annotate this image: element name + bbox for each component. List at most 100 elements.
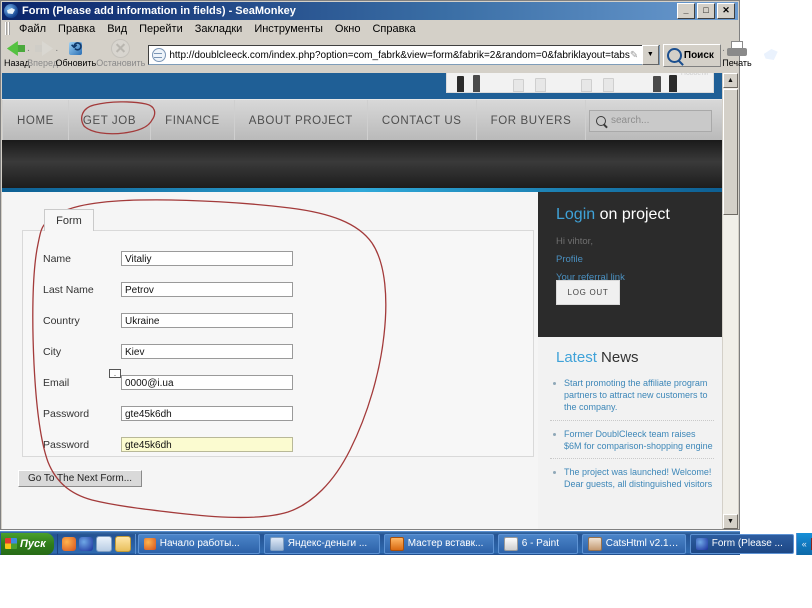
taskbar-item-active[interactable]: Form (Please ... — [689, 533, 794, 554]
login-title-accent: Login — [556, 206, 596, 223]
address-bar[interactable]: http://doublcleeck.com/index.php?option=… — [148, 45, 660, 65]
menu-item-go[interactable]: Перейти — [133, 22, 189, 36]
news-title-accent: Latest — [556, 349, 597, 366]
news-module: Latest News Start promoting the affiliat… — [538, 337, 722, 529]
content-sidebar: Login on project Hi vihtor, Profile Your… — [538, 192, 722, 529]
start-button-label: Пуск — [20, 537, 46, 550]
app-icon — [695, 537, 708, 550]
globe-icon — [152, 48, 167, 62]
form-row: Password gte45k6dh — [23, 398, 533, 429]
taskbar-item[interactable]: Начало работы... — [137, 533, 260, 554]
taskbar-item-label: Form (Please ... — [711, 538, 783, 549]
login-title-rest: on project — [595, 206, 670, 223]
firefox-icon[interactable] — [61, 536, 76, 551]
menu-grip-handle[interactable] — [5, 22, 10, 35]
news-list-item[interactable]: The project was launched! Welcome! Dear … — [550, 466, 714, 496]
tray-expand-chevron[interactable]: « — [802, 539, 807, 549]
field-input-password[interactable]: gte45k6dh — [121, 406, 293, 421]
form-row: Email 0000@i.ua — [23, 367, 533, 398]
page-scrollbar-vertical[interactable]: ▲ ▼ — [722, 73, 738, 529]
site-navbar: HOME GET JOB FINANCE ABOUT PROJECT CONTA… — [2, 99, 722, 141]
menu-item-tools[interactable]: Инструменты — [248, 22, 329, 36]
greeting-text: Hi vihtor, — [556, 236, 593, 247]
logout-button[interactable]: LOG OUT — [556, 280, 620, 305]
form-row: Country Ukraine — [23, 305, 533, 336]
site-banner: Новости — [2, 73, 722, 99]
field-input-last-name[interactable]: Petrov — [121, 282, 293, 297]
close-button[interactable]: ✕ — [717, 3, 735, 19]
form-tab[interactable]: Form — [44, 209, 94, 231]
windows-flag-icon — [5, 538, 17, 549]
news-list-item[interactable]: Former DoublCleeck team raises $6M for c… — [550, 428, 714, 460]
menu-item-view[interactable]: Вид — [101, 22, 133, 36]
forward-button-label: Вперед — [27, 58, 59, 68]
taskbar-item[interactable]: 6 - Paint — [497, 533, 578, 554]
scrollbar-thumb[interactable] — [723, 89, 738, 215]
profile-link[interactable]: Profile — [556, 254, 583, 265]
taskbar-item-label: Яндекс-деньги ... — [287, 538, 368, 549]
taskbar-item[interactable]: CatsHtml v2.1 D... — [581, 533, 686, 554]
document-icon[interactable] — [95, 535, 112, 552]
search-button[interactable]: Поиск — [662, 43, 721, 67]
app-icon — [503, 536, 518, 551]
menu-item-edit[interactable]: Правка — [52, 22, 101, 36]
print-button-label: Печать — [722, 58, 752, 68]
envelope-icon — [109, 369, 121, 378]
start-button[interactable]: Пуск — [1, 532, 54, 555]
pencil-icon: ✎ — [629, 49, 639, 61]
taskbar-item[interactable]: Мастер вставк... — [383, 533, 494, 554]
print-button[interactable]: Печать — [722, 38, 752, 72]
minimize-button[interactable]: _ — [677, 3, 695, 19]
login-module-title: Login on project — [556, 206, 670, 224]
address-dropdown-button[interactable]: ▼ — [641, 45, 659, 65]
seamonkey-icon[interactable] — [78, 536, 93, 551]
field-input-city[interactable]: Kiev — [121, 344, 293, 359]
forward-button[interactable]: Вперед — [27, 38, 58, 72]
field-input-name[interactable]: Vitaliy — [121, 251, 293, 266]
menu-item-bookmarks[interactable]: Закладки — [189, 22, 249, 36]
nav-item-contact-us[interactable]: CONTACT US — [368, 100, 477, 141]
site-search-input[interactable]: search... — [589, 109, 712, 132]
address-bar-value: http://doublcleeck.com/index.php?option=… — [169, 49, 630, 61]
field-label-password-confirm: Password — [43, 438, 90, 451]
stop-button-label: Остановить — [96, 58, 146, 68]
window-titlebar: Form (Please add information in fields) … — [2, 2, 738, 20]
banner-photo — [446, 73, 714, 93]
nav-item-home[interactable]: HOME — [2, 100, 69, 141]
seamonkey-icon — [4, 4, 18, 18]
form-row: Last Name Petrov — [23, 274, 533, 305]
app-icon — [269, 536, 284, 551]
field-input-password-confirm[interactable]: gte45k6dh — [121, 437, 293, 452]
nav-item-get-job[interactable]: GET JOB — [69, 100, 152, 141]
field-label-name: Name — [43, 252, 72, 265]
field-input-country[interactable]: Ukraine — [121, 313, 293, 328]
menu-item-file[interactable]: Файл — [13, 22, 52, 36]
stop-icon — [111, 39, 131, 58]
scroll-down-button[interactable]: ▼ — [723, 514, 738, 529]
stop-button[interactable]: Остановить — [96, 38, 145, 72]
news-module-title: Latest News — [556, 349, 639, 366]
back-button[interactable]: Назад — [4, 38, 30, 72]
scroll-up-button[interactable]: ▲ — [723, 73, 738, 88]
field-label-last-name: Last Name — [43, 283, 94, 296]
form-row: Password gte45k6dh — [23, 429, 533, 460]
menu-item-window[interactable]: Окно — [329, 22, 367, 36]
app-icon — [143, 537, 156, 550]
navigation-toolbar: Назад · Вперед · ⟲ Обновить Остановить h… — [2, 37, 752, 74]
field-input-email[interactable]: 0000@i.ua — [121, 375, 293, 390]
nav-item-for-buyers[interactable]: FOR BUYERS — [477, 100, 587, 141]
search-button-label: Поиск — [683, 49, 714, 61]
menu-item-help[interactable]: Справка — [366, 22, 421, 36]
taskbar-item[interactable]: Яндекс-деньги ... — [263, 533, 380, 554]
search-icon — [666, 47, 682, 63]
folder-icon[interactable] — [114, 535, 131, 552]
submit-button[interactable]: Go To The Next Form... — [18, 470, 142, 487]
nav-item-about-project[interactable]: ABOUT PROJECT — [235, 100, 368, 141]
app-icon — [587, 536, 602, 551]
reload-button[interactable]: ⟲ Обновить — [55, 38, 96, 72]
reload-icon: ⟲ — [68, 39, 82, 55]
nav-item-finance[interactable]: FINANCE — [151, 100, 235, 141]
news-list-item[interactable]: Start promoting the affiliate program pa… — [550, 377, 714, 421]
taskbar-item-label: Начало работы... — [159, 538, 240, 549]
maximize-button[interactable]: □ — [697, 3, 715, 19]
